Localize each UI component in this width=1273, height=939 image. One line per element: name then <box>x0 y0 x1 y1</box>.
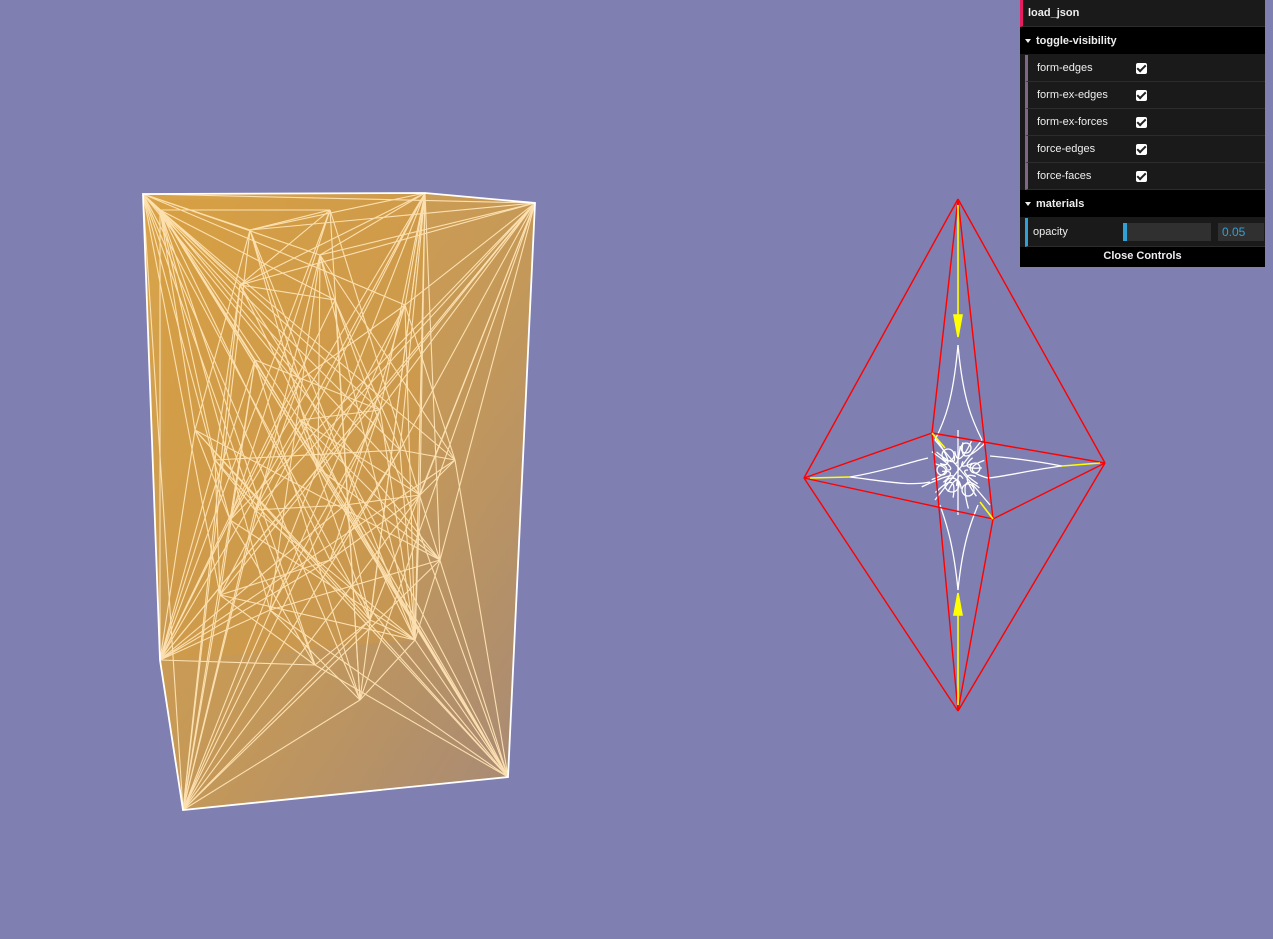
checkbox-checked-icon[interactable] <box>1136 143 1147 155</box>
chevron-down-icon <box>1025 38 1031 43</box>
opacity-label: opacity <box>1033 226 1068 238</box>
toggle-label: form-edges <box>1037 62 1093 74</box>
checkbox-checked-icon[interactable] <box>1136 89 1147 101</box>
checkbox-checked-icon[interactable] <box>1136 170 1147 182</box>
form-diagram <box>142 192 536 811</box>
chevron-down-icon <box>1025 201 1031 206</box>
load-json-label: load_json <box>1028 7 1080 19</box>
toggle-label: force-edges <box>1037 143 1096 155</box>
controls-panel: load_json toggle-visibility form-edges f… <box>1020 0 1265 267</box>
force-diagram <box>803 198 1106 712</box>
toggle-force-faces[interactable]: force-faces <box>1025 163 1265 190</box>
materials-folder[interactable]: materials <box>1020 190 1265 218</box>
checkbox-checked-icon[interactable] <box>1136 62 1147 74</box>
opacity-input[interactable]: 0.05 <box>1218 223 1264 241</box>
toggle-force-edges[interactable]: force-edges <box>1025 136 1265 163</box>
toggle-label: form-ex-forces <box>1037 116 1108 128</box>
close-controls-button[interactable]: Close Controls <box>1020 247 1265 267</box>
opacity-control: opacity 0.05 <box>1025 218 1265 247</box>
materials-title: materials <box>1036 197 1085 210</box>
toggle-visibility-folder[interactable]: toggle-visibility <box>1020 27 1265 55</box>
opacity-slider[interactable] <box>1123 223 1211 241</box>
toggle-label: force-faces <box>1037 170 1092 182</box>
toggle-form-ex-forces[interactable]: form-ex-forces <box>1025 109 1265 136</box>
toggle-visibility-title: toggle-visibility <box>1036 34 1117 47</box>
opacity-slider-fill <box>1123 223 1127 241</box>
force-faces <box>849 344 1063 591</box>
toggle-form-edges[interactable]: form-edges <box>1025 55 1265 82</box>
toggle-label: form-ex-edges <box>1037 89 1108 101</box>
load-json-button[interactable]: load_json <box>1020 0 1265 27</box>
checkbox-checked-icon[interactable] <box>1136 116 1147 128</box>
toggle-form-ex-edges[interactable]: form-ex-edges <box>1025 82 1265 109</box>
